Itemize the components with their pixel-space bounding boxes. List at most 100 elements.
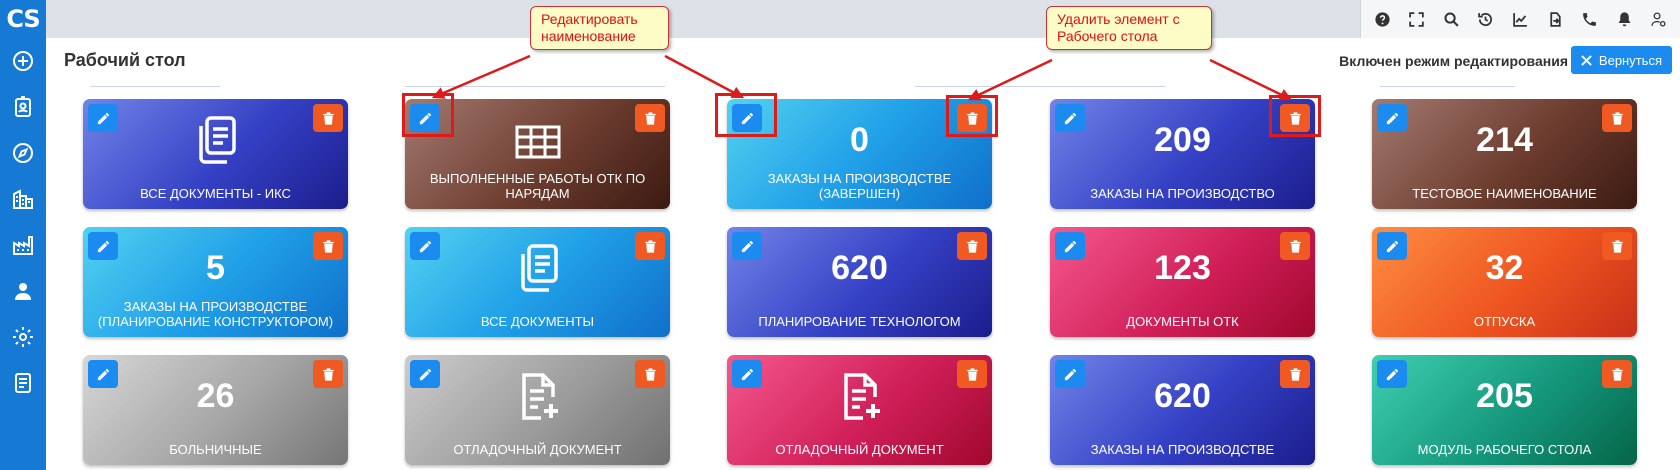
tile-edit-button[interactable]	[732, 232, 762, 260]
tile-edit-button[interactable]	[410, 360, 440, 388]
toolbar-export[interactable]	[1543, 7, 1567, 31]
toolbar-history[interactable]	[1474, 7, 1498, 31]
desktop-tile[interactable]: 26 БОЛЬНИЧНЫЕ	[83, 355, 348, 465]
document-icon	[15, 373, 31, 393]
sidebar-item-contacts[interactable]	[0, 84, 46, 130]
desktop-tile[interactable]: 620 ПЛАНИРОВАНИЕ ТЕХНОЛОГОМ	[727, 227, 992, 337]
tile-label: ОТПУСКА	[1473, 314, 1536, 329]
desktop-tile[interactable]: ВСЕ ДОКУМЕНТЫ - ИКС	[83, 99, 348, 209]
tile-edit-button[interactable]	[1055, 360, 1085, 388]
tile-delete-button[interactable]	[635, 360, 665, 388]
toolbar-phone[interactable]	[1578, 7, 1602, 31]
tile-delete-button[interactable]	[313, 360, 343, 388]
desktop-tile[interactable]: 32 ОТПУСКА	[1372, 227, 1637, 337]
desktop-tile[interactable]: 205 МОДУЛЬ РАБОЧЕГО СТОЛА	[1372, 355, 1637, 465]
sidebar-item-organizations[interactable]	[0, 176, 46, 222]
tile-delete-button[interactable]	[1280, 232, 1310, 260]
toolbar-help[interactable]	[1370, 7, 1394, 31]
tile-delete-button[interactable]	[635, 232, 665, 260]
annotation-delete-text: Удалить элемент с Рабочего стола	[1057, 11, 1180, 44]
chart-icon	[1513, 12, 1527, 27]
pencil-icon	[419, 368, 431, 380]
tile-edit-button[interactable]	[1377, 104, 1407, 132]
page-header: Рабочий стол Включен режим редактировани…	[46, 38, 1680, 84]
tile-label: БОЛЬНИЧНЫЕ	[169, 442, 262, 457]
sidebar-item-navigation[interactable]	[0, 130, 46, 176]
tile-delete-button[interactable]	[313, 104, 343, 132]
desktop-tile[interactable]: ВСЕ ДОКУМЕНТЫ	[405, 227, 670, 337]
plus-circle-icon	[13, 51, 33, 71]
tile-icon	[405, 243, 670, 295]
trash-icon	[1611, 111, 1623, 125]
pencil-icon	[97, 112, 109, 124]
tile-delete-button[interactable]	[313, 232, 343, 260]
search-icon	[1444, 11, 1459, 27]
tile-edit-button[interactable]	[88, 360, 118, 388]
sidebar-item-users[interactable]	[0, 268, 46, 314]
tile-label: ТЕСТОВОЕ НАИМЕНОВАНИЕ	[1412, 186, 1597, 201]
help-icon	[1375, 11, 1390, 27]
tile-delete-button[interactable]	[957, 232, 987, 260]
annotation-highlight-edit	[402, 93, 454, 137]
app-logo[interactable]: CS	[0, 0, 46, 38]
table-icon	[515, 125, 560, 159]
tile-edit-button[interactable]	[1377, 232, 1407, 260]
tile-value: 123	[1154, 249, 1211, 287]
edit-mode-status: Включен режим редактирования	[1339, 53, 1568, 69]
desktop-tile[interactable]: ОТЛАДОЧНЫЙ ДОКУМЕНТ	[727, 355, 992, 465]
tile-value: 620	[1154, 377, 1211, 415]
tile-delete-button[interactable]	[1602, 360, 1632, 388]
tile-edit-button[interactable]	[1055, 232, 1085, 260]
toolbar-search[interactable]	[1439, 7, 1463, 31]
annotation-highlight-delete	[1269, 95, 1321, 137]
tile-delete-button[interactable]	[1280, 360, 1310, 388]
tile-edit-button[interactable]	[88, 104, 118, 132]
sidebar-item-add[interactable]	[0, 38, 46, 84]
trash-icon	[1289, 367, 1301, 381]
tile-value: 32	[1485, 249, 1524, 287]
pencil-icon	[741, 368, 753, 380]
desktop-tile[interactable]: 5 ЗАКАЗЫ НА ПРОИЗВОДСТВЕ (ПЛАНИРОВАНИЕ К…	[83, 227, 348, 337]
users-icon	[15, 283, 31, 300]
user-settings-icon	[1651, 11, 1666, 27]
tile-edit-button[interactable]	[732, 360, 762, 388]
trash-icon	[1611, 239, 1623, 253]
toolbar-fullscreen[interactable]	[1405, 7, 1429, 31]
tile-delete-button[interactable]	[1602, 104, 1632, 132]
toolbar-chart[interactable]	[1508, 7, 1532, 31]
pencil-icon	[1064, 240, 1076, 252]
desktop-tile[interactable]: ОТЛАДОЧНЫЙ ДОКУМЕНТ	[405, 355, 670, 465]
return-button[interactable]: Вернуться	[1570, 46, 1672, 74]
return-button-label: Вернуться	[1598, 52, 1662, 68]
tile-icon	[405, 371, 670, 423]
trash-icon	[1289, 239, 1301, 253]
gear-icon	[13, 327, 33, 347]
tile-delete-button[interactable]	[957, 360, 987, 388]
tile-delete-button[interactable]	[635, 104, 665, 132]
buildings-icon	[13, 189, 33, 209]
desktop-tile[interactable]: 123 ДОКУМЕНТЫ ОТК	[1050, 227, 1315, 337]
pencil-icon	[97, 240, 109, 252]
sidebar-item-documents[interactable]	[0, 360, 46, 406]
tile-edit-button[interactable]	[88, 232, 118, 260]
sidebar-item-production[interactable]	[0, 222, 46, 268]
tile-delete-button[interactable]	[1602, 232, 1632, 260]
desktop-tile[interactable]: 620 ЗАКАЗЫ НА ПРОИЗВОДСТВЕ	[1050, 355, 1315, 465]
toolbar-user[interactable]	[1647, 7, 1671, 31]
pencil-icon	[97, 368, 109, 380]
compass-icon	[13, 143, 33, 163]
annotation-edit-callout: Редактировать наименование	[530, 6, 669, 50]
pencil-icon	[741, 240, 753, 252]
tile-edit-button[interactable]	[410, 232, 440, 260]
tile-edit-button[interactable]	[1377, 360, 1407, 388]
tile-edit-button[interactable]	[1055, 104, 1085, 132]
desktop-tile[interactable]: 214 ТЕСТОВОЕ НАИМЕНОВАНИЕ	[1372, 99, 1637, 209]
tile-value: 205	[1476, 377, 1533, 415]
tile-label: ЗАКАЗЫ НА ПРОИЗВОДСТВО	[1090, 186, 1275, 201]
annotation-delete-callout: Удалить элемент с Рабочего стола	[1046, 6, 1212, 50]
tile-icon	[83, 115, 348, 167]
tile-label: МОДУЛЬ РАБОЧЕГО СТОЛА	[1417, 442, 1592, 457]
sidebar-item-settings[interactable]	[0, 314, 46, 360]
tile-value: 5	[206, 249, 225, 287]
toolbar-notifications[interactable]	[1612, 7, 1636, 31]
